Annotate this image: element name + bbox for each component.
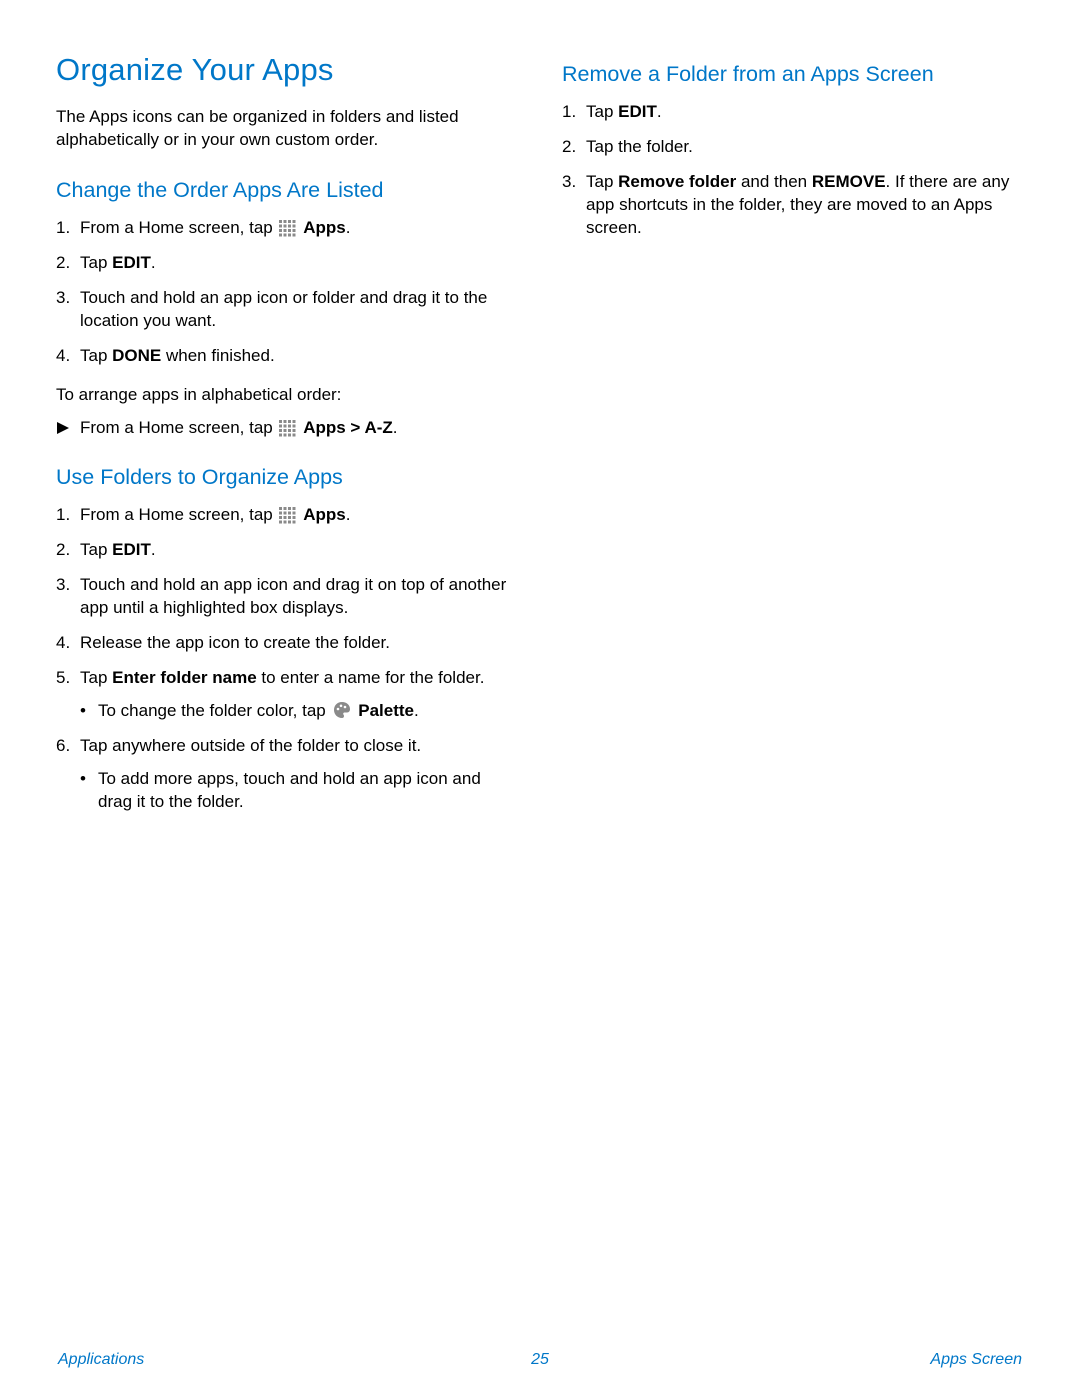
step-text-prefix: Tap: [80, 346, 112, 365]
step-text: Tap anywhere outside of the folder to cl…: [80, 736, 421, 755]
step-text: Touch and hold an app icon or folder and…: [80, 288, 487, 330]
step-number: 4.: [56, 632, 70, 655]
section-a-subnote: To arrange apps in alphabetical order:: [56, 384, 518, 407]
document-page: Organize Your Apps The Apps icons can be…: [0, 0, 1080, 1397]
page-footer: Applications 25 Apps Screen: [0, 1351, 1080, 1369]
step-suffix: .: [346, 218, 351, 237]
sub-bullet-item: To change the folder color, tap Palette.: [80, 700, 518, 723]
step-suffix: to enter a name for the folder.: [257, 668, 485, 687]
step-number: 1.: [562, 101, 576, 124]
step-item: 1. From a Home screen, tap Apps.: [56, 217, 518, 240]
step-number: 1.: [56, 504, 70, 527]
step-item: 1. From a Home screen, tap Apps.: [56, 504, 518, 527]
step-item: 4. Release the app icon to create the fo…: [56, 632, 518, 655]
section-use-folders-heading: Use Folders to Organize Apps: [56, 465, 518, 490]
section-change-order-heading: Change the Order Apps Are Listed: [56, 178, 518, 203]
step-number: 4.: [56, 345, 70, 368]
step-text-prefix: Tap: [80, 253, 112, 272]
apps-grid-icon: [278, 419, 296, 437]
sub-suffix: .: [414, 701, 419, 720]
intro-paragraph: The Apps icons can be organized in folde…: [56, 106, 518, 152]
step-bold-text: EDIT: [112, 253, 151, 272]
step-bold-text: DONE: [112, 346, 161, 365]
step-text-prefix: From a Home screen, tap: [80, 218, 277, 237]
step-bold-text: Apps: [303, 505, 346, 524]
step-number: 2.: [56, 539, 70, 562]
step-item: 3. Touch and hold an app icon or folder …: [56, 287, 518, 333]
step-suffix: .: [151, 253, 156, 272]
step-text: Release the app icon to create the folde…: [80, 633, 390, 652]
step-suffix: .: [151, 540, 156, 559]
step-text: Touch and hold an app icon and drag it o…: [80, 575, 506, 617]
section-remove-folder-heading: Remove a Folder from an Apps Screen: [562, 62, 1024, 87]
step-item: 2. Tap EDIT.: [56, 539, 518, 562]
step-number: 3.: [56, 574, 70, 597]
step-item: 4. Tap DONE when finished.: [56, 345, 518, 368]
step-item: 2. Tap EDIT.: [56, 252, 518, 275]
step-text-prefix: Tap: [80, 668, 112, 687]
step-mid: and then: [736, 172, 812, 191]
step-bold-text: EDIT: [112, 540, 151, 559]
step-text-prefix: Tap: [586, 172, 618, 191]
footer-left: Applications: [58, 1351, 144, 1369]
palette-icon: [332, 700, 352, 720]
step-bold-text: Apps: [303, 218, 346, 237]
step-item: 1. Tap EDIT.: [562, 101, 1024, 124]
step-bold-text-2: REMOVE: [812, 172, 886, 191]
sub-prefix: To change the folder color, tap: [98, 701, 331, 720]
section-a-alpha-step: From a Home screen, tap Apps > A-Z.: [56, 417, 518, 440]
step-suffix: .: [657, 102, 662, 121]
step-number: 1.: [56, 217, 70, 240]
sub-bold: Palette: [358, 701, 414, 720]
footer-page-number: 25: [531, 1351, 549, 1369]
column-layout: Organize Your Apps The Apps icons can be…: [56, 52, 1024, 826]
step-number: 2.: [56, 252, 70, 275]
step-text-prefix: From a Home screen, tap: [80, 505, 277, 524]
step-item: 2. Tap the folder.: [562, 136, 1024, 159]
step-number: 3.: [56, 287, 70, 310]
sub-text: To add more apps, touch and hold an app …: [98, 769, 481, 811]
step-bold-text: EDIT: [618, 102, 657, 121]
step-item: 3. Tap Remove folder and then REMOVE. If…: [562, 171, 1024, 240]
section-b-steps: 1. From a Home screen, tap Apps.: [56, 504, 518, 813]
right-column: Remove a Folder from an Apps Screen 1. T…: [562, 52, 1024, 826]
step-number: 3.: [562, 171, 576, 194]
step-bold-text: Enter folder name: [112, 668, 257, 687]
step-item: 3. Touch and hold an app icon and drag i…: [56, 574, 518, 620]
step-number: 2.: [562, 136, 576, 159]
sub-bullets: To change the folder color, tap Palette.: [80, 700, 518, 723]
step-text: Tap the folder.: [586, 137, 693, 156]
apps-grid-icon: [278, 506, 296, 524]
step-suffix: when finished.: [161, 346, 274, 365]
step-suffix: .: [346, 505, 351, 524]
step-text-prefix: Tap: [586, 102, 618, 121]
sub-bullets: To add more apps, touch and hold an app …: [80, 768, 518, 814]
sub-bullet-item: To add more apps, touch and hold an app …: [80, 768, 518, 814]
step-text-prefix: Tap: [80, 540, 112, 559]
section-c-steps: 1. Tap EDIT. 2. Tap the folder. 3. Tap R…: [562, 101, 1024, 240]
step-bold-text: Remove folder: [618, 172, 736, 191]
alpha-prefix: From a Home screen, tap: [80, 418, 277, 437]
alpha-bold: Apps > A-Z: [303, 418, 393, 437]
play-arrow-icon: [56, 419, 70, 442]
page-title: Organize Your Apps: [56, 52, 518, 88]
step-item: 5. Tap Enter folder name to enter a name…: [56, 667, 518, 723]
apps-grid-icon: [278, 219, 296, 237]
alpha-suffix: .: [393, 418, 398, 437]
step-number: 5.: [56, 667, 70, 690]
step-number: 6.: [56, 735, 70, 758]
footer-right: Apps Screen: [930, 1351, 1022, 1369]
step-item: 6. Tap anywhere outside of the folder to…: [56, 735, 518, 814]
section-a-steps: 1. From a Home screen, tap Apps.: [56, 217, 518, 368]
left-column: Organize Your Apps The Apps icons can be…: [56, 52, 518, 826]
